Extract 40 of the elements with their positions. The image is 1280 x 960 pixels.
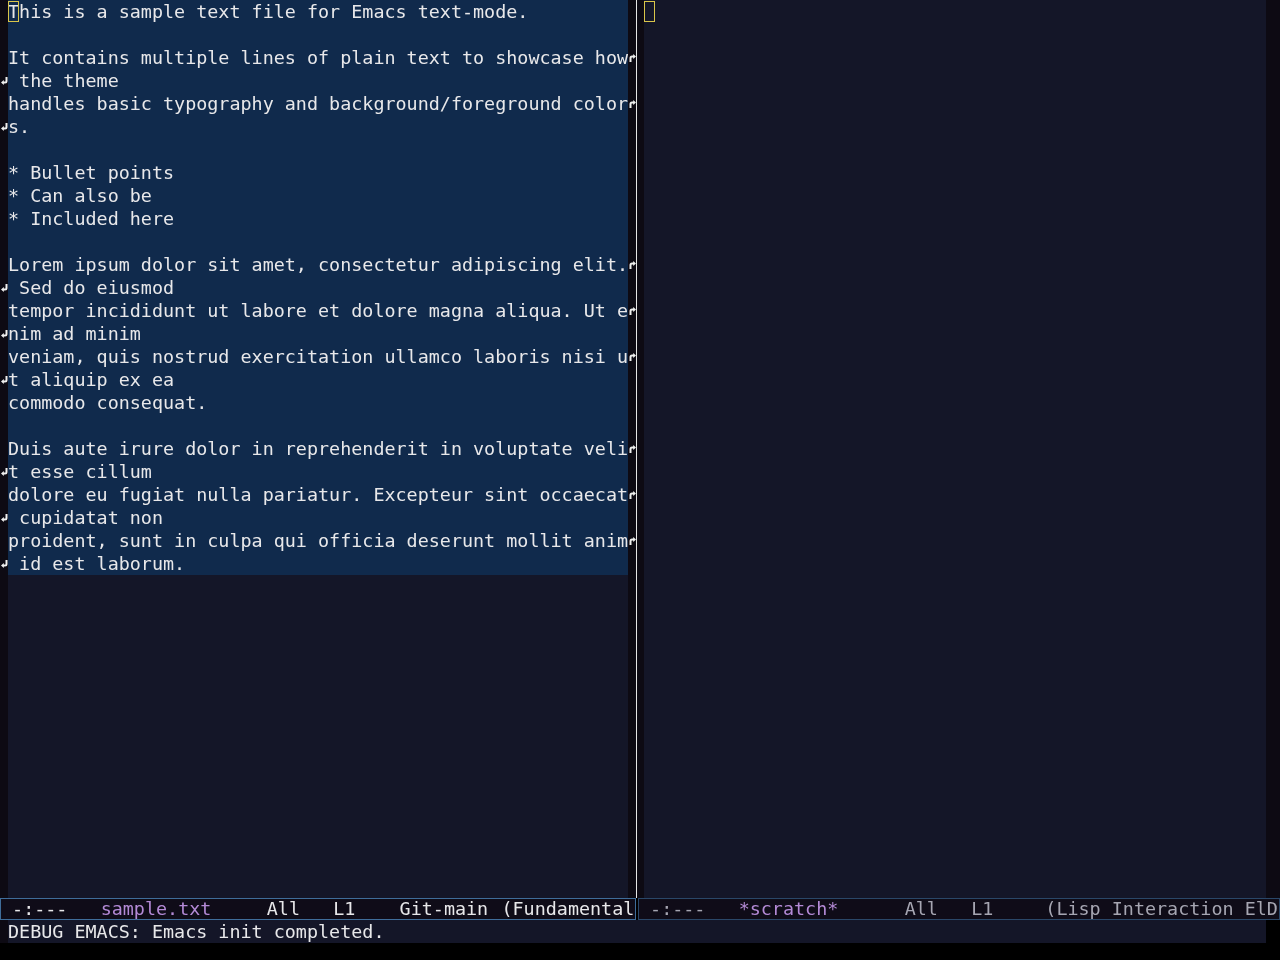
text-line: t esse cillum (8, 460, 152, 483)
text-line: Duis aute irure dolor in reprehenderit in voluptate veli (8, 437, 629, 460)
text-line: handles basic typography and background/foreground color (8, 92, 629, 115)
text-line: Lorem ipsum dolor sit amet, consectetur adipiscing elit. (8, 253, 629, 276)
git-branch: Git-main (399, 899, 489, 919)
text-line: t aliquip ex ea (8, 368, 175, 391)
text-line: commodo consequat. (8, 391, 208, 414)
curved-arrow-icon (0, 76, 8, 85)
scroll-position: All (266, 899, 300, 919)
text-line: id est laborum. (18, 552, 186, 575)
modified-status: -:--- (650, 899, 706, 919)
major-mode: (Fundamental (501, 899, 635, 919)
curved-arrow-icon (0, 329, 8, 338)
line-number: L1 (971, 899, 994, 919)
text-line: * Included here (8, 207, 175, 230)
curved-arrow-icon (0, 467, 8, 476)
text-line: * Can also be (8, 184, 152, 207)
text-line: s. (8, 115, 31, 138)
text-line: veniam, quis nostrud exercitation ullamco laboris nisi u (8, 345, 629, 368)
curved-arrow-icon (0, 559, 8, 568)
scroll-position: All (904, 899, 938, 919)
curved-arrow-icon (0, 283, 8, 292)
major-mode: (Lisp Interaction ElD (1045, 899, 1278, 919)
buffer-name: *scratch* (738, 899, 839, 919)
text-line: Sed do eiusmod (18, 276, 175, 299)
curved-arrow-icon (0, 513, 8, 522)
curved-arrow-icon (0, 122, 8, 131)
buffer-name: sample.txt (100, 899, 212, 919)
text-line: * Bullet points (8, 161, 175, 184)
text-line: nim ad minim (8, 322, 141, 345)
text-line: dolore eu fugiat nulla pariatur. Excepteur sint occaecat (8, 483, 629, 506)
text-line: tempor incididunt ut labore et dolore magna aliqua. Ut e (8, 299, 629, 322)
text-line: It contains multiple lines of plain text to showcase how (8, 46, 629, 69)
text-line: the theme (18, 69, 119, 92)
modified-status: -:--- (12, 899, 68, 919)
text-line: cupidatat non (18, 506, 163, 529)
line-number: L1 (333, 899, 356, 919)
text-line: proident, sunt in culpa qui officia deserunt mollit anim (8, 529, 629, 552)
echo-area-message: DEBUG EMACS: Emacs init completed. (8, 920, 385, 943)
curved-arrow-icon (0, 375, 8, 384)
